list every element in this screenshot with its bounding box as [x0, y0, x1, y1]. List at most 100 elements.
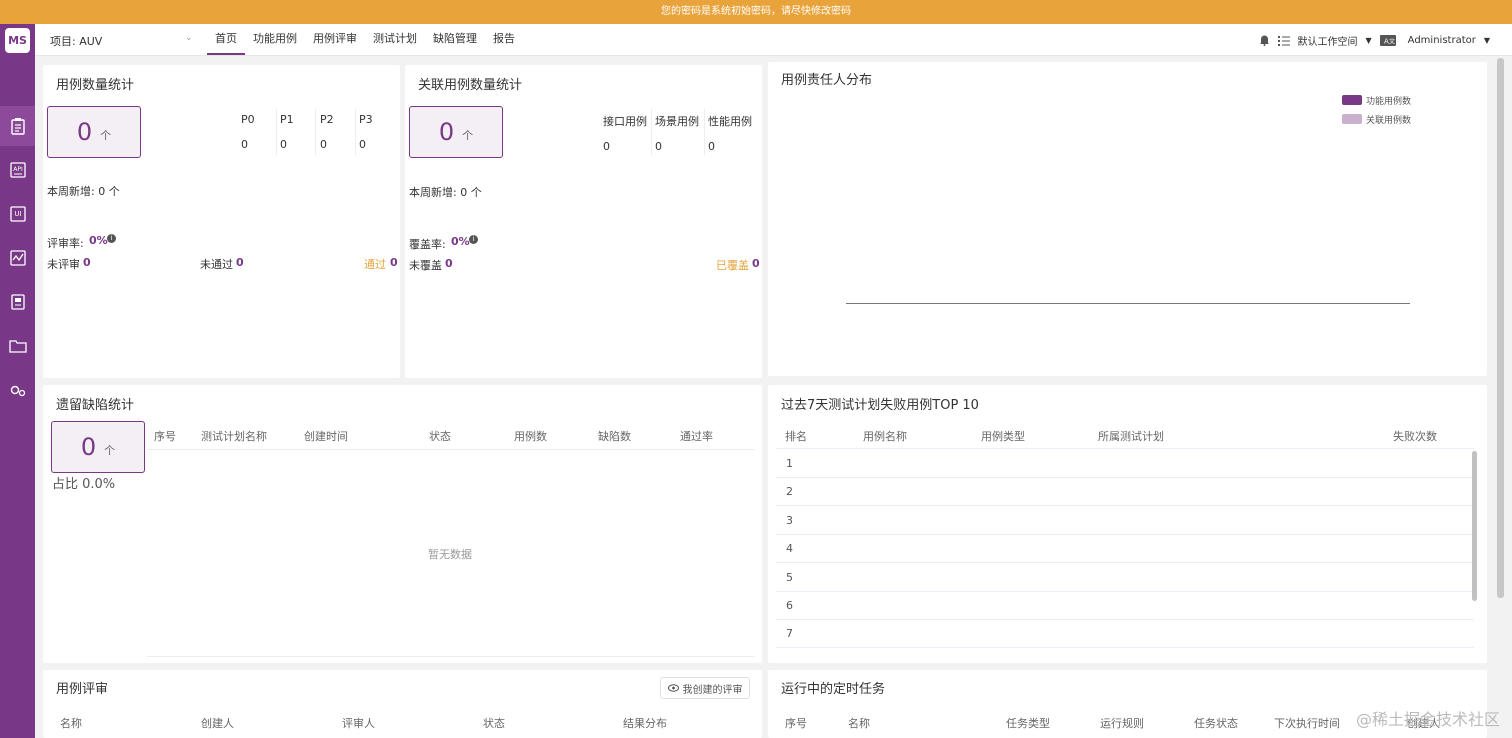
row-divider: [776, 591, 1474, 592]
table-row[interactable]: 1: [786, 457, 793, 470]
clipboard-icon: [10, 118, 25, 135]
column-header[interactable]: 运行规则: [1100, 715, 1144, 731]
page-scrollbar[interactable]: [1497, 58, 1504, 598]
unit-label: 个: [100, 129, 112, 142]
column-header[interactable]: 创建时间: [304, 428, 348, 444]
card-title: 用例评审: [56, 682, 109, 697]
column-header[interactable]: 用例名称: [863, 428, 907, 444]
column-header[interactable]: 名称: [60, 715, 82, 731]
column-header[interactable]: 通过率: [680, 428, 713, 444]
priority-p2-value: 0: [320, 138, 327, 151]
column-header[interactable]: 测试计划名称: [201, 428, 267, 444]
case-total-count: 0: [76, 118, 93, 146]
sidebar-item-ui[interactable]: UI: [0, 194, 35, 234]
menu-item-report[interactable]: 报告: [485, 24, 523, 55]
table-bottom-border: [147, 656, 755, 657]
not-covered-label: 未覆盖: [409, 259, 442, 272]
project-selector[interactable]: 项目: AUV: [50, 33, 102, 49]
column-header[interactable]: 序号: [154, 428, 176, 444]
info-icon[interactable]: i: [107, 234, 116, 243]
table-row[interactable]: 7: [786, 627, 793, 640]
user-menu[interactable]: Administrator: [1408, 35, 1476, 46]
sidebar-item-report[interactable]: [0, 282, 35, 322]
chevron-down-icon[interactable]: ⌄: [185, 33, 193, 43]
related-total-box: 0 个: [409, 106, 503, 158]
card-title: 用例数量统计: [56, 78, 135, 93]
related-case-count-card: 关联用例数量统计 0 个 接口用例 0 场景用例 0 性能用例 0 本周新增: …: [405, 65, 762, 378]
empty-state: 暂无数据: [428, 548, 472, 561]
table-row[interactable]: 5: [786, 571, 793, 584]
bell-icon[interactable]: [1259, 34, 1270, 46]
not-passed-value[interactable]: 0: [236, 256, 244, 269]
unit-label: 个: [104, 444, 116, 457]
sidebar-item-project[interactable]: [0, 326, 35, 366]
column-header[interactable]: 排名: [785, 428, 807, 444]
column-header[interactable]: 结果分布: [623, 715, 667, 731]
column-header[interactable]: 任务状态: [1194, 715, 1238, 731]
menu-item-home[interactable]: 首页: [207, 24, 245, 55]
ui-icon: UI: [9, 206, 26, 222]
column-header[interactable]: 任务类型: [1006, 715, 1050, 731]
caret-down-icon[interactable]: ▼: [1484, 36, 1490, 45]
passed-value[interactable]: 0: [390, 256, 398, 269]
not-covered-value[interactable]: 0: [445, 257, 453, 270]
table-scrollbar[interactable]: [1472, 451, 1477, 601]
column-header[interactable]: 评审人: [342, 715, 375, 731]
menu-item-test-plan[interactable]: 测试计划: [365, 24, 425, 55]
row-divider: [776, 505, 1474, 506]
column-header[interactable]: 创建人: [201, 715, 234, 731]
column-header[interactable]: 状态: [429, 428, 451, 444]
svg-text:UI: UI: [14, 210, 21, 218]
not-passed-label: 未通过: [200, 258, 233, 271]
column-header[interactable]: 下次执行时间: [1274, 715, 1340, 731]
table-row[interactable]: 2: [786, 485, 793, 498]
language-icon[interactable]: A文: [1379, 34, 1396, 46]
divider: [315, 109, 316, 155]
column-header[interactable]: 序号: [785, 715, 807, 731]
column-header[interactable]: 所属测试计划: [1098, 428, 1164, 444]
table-row[interactable]: 3: [786, 514, 793, 527]
svg-text:文: 文: [1389, 37, 1395, 45]
priority-p2-label: P2: [320, 113, 334, 126]
not-reviewed-value[interactable]: 0: [83, 256, 91, 269]
case-total-box: 0 个: [47, 106, 141, 158]
menu-item-case-review[interactable]: 用例评审: [305, 24, 365, 55]
sidebar-item-track[interactable]: [0, 106, 35, 146]
covered-value[interactable]: 0: [752, 257, 760, 270]
unit-label: 个: [462, 129, 474, 142]
my-reviews-button[interactable]: 我创建的评审: [660, 677, 750, 699]
sidebar-item-api[interactable]: API: [0, 150, 35, 190]
column-header[interactable]: 名称: [848, 715, 870, 731]
column-header[interactable]: 缺陷数: [598, 428, 631, 444]
legend-label[interactable]: 关联用例数: [1366, 113, 1411, 126]
column-header[interactable]: 用例数: [514, 428, 547, 444]
column-header[interactable]: 状态: [483, 715, 505, 731]
sidebar-item-performance[interactable]: [0, 238, 35, 278]
row-divider: [776, 619, 1474, 620]
menu-item-defects[interactable]: 缺陷管理: [425, 24, 485, 55]
passed-label: 通过: [364, 258, 386, 271]
table-row[interactable]: 4: [786, 542, 793, 555]
workspace-selector[interactable]: 默认工作空间: [1298, 33, 1358, 48]
top-navigation-bar: 项目: AUV ⌄ 首页 功能用例 用例评审 测试计划 缺陷管理 报告 默认工作…: [35, 24, 1512, 56]
task-list-icon[interactable]: [1277, 35, 1290, 46]
chart-x-axis: [846, 303, 1410, 304]
caret-down-icon[interactable]: ▼: [1366, 36, 1372, 45]
table-header-divider: [147, 449, 755, 450]
watermark: @稀土掘金技术社区: [1355, 710, 1500, 729]
legend-label[interactable]: 功能用例数: [1366, 94, 1411, 107]
password-warning-banner: 您的密码是系统初始密码，请尽快修改密码: [0, 0, 1512, 24]
column-header[interactable]: 失败次数: [1393, 428, 1437, 444]
api-case-label: 接口用例: [603, 115, 647, 128]
menu-item-functional-cases[interactable]: 功能用例: [245, 24, 305, 55]
weekly-new-label: 本周新增: 0 个: [47, 185, 120, 198]
divider: [276, 109, 277, 155]
weekly-new-label: 本周新增: 0 个: [409, 186, 482, 199]
info-icon[interactable]: i: [469, 235, 478, 244]
app-logo[interactable]: MS: [5, 28, 30, 53]
column-header[interactable]: 用例类型: [981, 428, 1025, 444]
covered-label: 已覆盖: [716, 259, 749, 272]
sidebar-item-settings[interactable]: [0, 370, 35, 410]
row-divider: [776, 534, 1474, 535]
table-row[interactable]: 6: [786, 599, 793, 612]
